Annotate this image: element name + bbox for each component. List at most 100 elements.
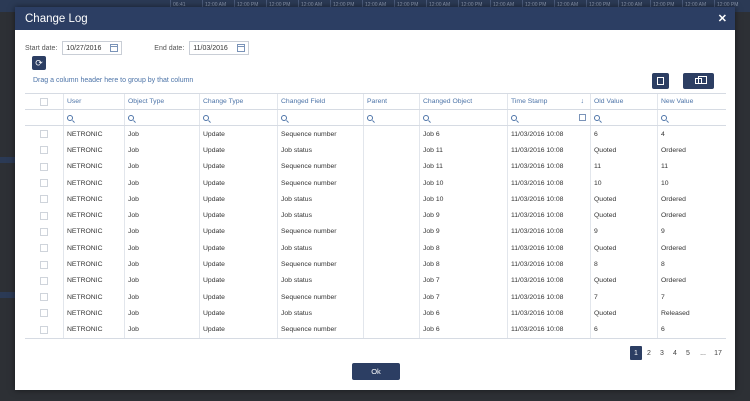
search-icon [594,114,600,121]
column-header-time-stamp[interactable]: Time Stamp ↓ [508,94,591,109]
cell-changed-object: Job 10 [420,191,508,208]
cell-parent [364,321,420,338]
table-row[interactable]: NETRONIC Job Update Sequence number Job 6 11/… [25,126,726,143]
calendar-icon[interactable] [237,44,246,52]
cell-time-stamp: 11/03/2016 10:08 [508,207,591,224]
change-log-grid: User Object Type Change Type Changed Field P… [25,93,726,339]
cell-object-type: Job [125,256,200,273]
search-icon [511,114,517,121]
page-button-4[interactable]: 4 [669,346,681,360]
column-header-label: Parent [367,98,388,105]
table-row[interactable]: NETRONIC Job Update Job status Job 10 11/03/2… [25,191,726,208]
table-row[interactable]: NETRONIC Job Update Sequence number Job 11 11… [25,158,726,175]
start-date-input[interactable]: 10/27/2016 [62,41,123,55]
table-row[interactable]: NETRONIC Job Update Job status Job 9 11/03/20… [25,207,726,224]
cell-changed-object: Job 11 [420,142,508,159]
refresh-button[interactable]: ⟳ [32,56,46,70]
cell-changed-object: Job 11 [420,158,508,175]
row-checkbox[interactable] [40,162,48,171]
cell-old-value: Quoted [591,240,658,257]
table-row[interactable]: NETRONIC Job Update Sequence number Job 10 11… [25,174,726,192]
cell-time-stamp: 11/03/2016 10:08 [508,191,591,208]
column-header-object-type[interactable]: Object Type [125,94,200,109]
cell-change-type: Update [200,288,278,306]
filter-cell-empty [25,110,64,125]
filter-input-changed-object[interactable] [420,110,508,125]
cell-changed-field: Job status [278,272,364,289]
row-checkbox[interactable] [40,130,48,139]
column-header-label: Old Value [594,98,624,105]
column-header-changed-object[interactable]: Changed Object [420,94,508,109]
cell-object-type: Job [125,207,200,224]
column-header-label: Change Type [203,98,244,105]
row-checkbox[interactable] [40,179,48,188]
export-pdf-button[interactable] [652,73,669,89]
row-checkbox[interactable] [40,260,48,269]
cell-old-value: 6 [591,126,658,143]
page-button-2[interactable]: 2 [643,346,655,360]
table-row[interactable]: NETRONIC Job Update Sequence number Job 8 11/… [25,256,726,273]
cell-changed-field: Sequence number [278,158,364,175]
row-checkbox[interactable] [40,195,48,204]
column-header-label: New Value [661,98,694,105]
column-header-new-value[interactable]: New Value [658,94,726,109]
row-checkbox-cell [25,223,64,241]
row-checkbox[interactable] [40,293,48,302]
row-checkbox[interactable] [40,276,48,285]
row-checkbox[interactable] [40,244,48,253]
page-button-1[interactable]: 1 [630,346,642,360]
cell-object-type: Job [125,240,200,257]
search-icon [423,114,429,121]
row-checkbox-cell [25,321,64,338]
column-header-parent[interactable]: Parent [364,94,420,109]
cell-user: NETRONIC [64,256,125,273]
table-row[interactable]: NETRONIC Job Update Job status Job 6 11/03/20… [25,305,726,322]
table-row[interactable]: NETRONIC Job Update Job status Job 7 11/03/20… [25,272,726,289]
row-checkbox-cell [25,272,64,289]
column-header-change-type[interactable]: Change Type [200,94,278,109]
filter-input-changed-field[interactable] [278,110,364,125]
page-button-5[interactable]: 5 [682,346,694,360]
cell-changed-field: Sequence number [278,223,364,241]
column-header-label: Changed Field [281,98,326,105]
calendar-icon[interactable] [110,44,119,52]
calendar-icon[interactable] [579,114,586,121]
ok-button[interactable]: Ok [352,363,400,380]
cell-change-type: Update [200,142,278,159]
row-checkbox[interactable] [40,227,48,236]
page-button-17[interactable]: 17 [712,346,724,360]
table-row[interactable]: NETRONIC Job Update Sequence number Job 6 11/… [25,321,726,338]
dialog-header: Change Log ✕ [15,7,735,30]
cell-old-value: 7 [591,288,658,306]
row-checkbox[interactable] [40,325,48,334]
cell-time-stamp: 11/03/2016 10:08 [508,158,591,175]
row-checkbox[interactable] [40,146,48,155]
filter-input-time-stamp[interactable] [508,110,591,125]
row-checkbox[interactable] [40,309,48,318]
column-header-user[interactable]: User [64,94,125,109]
column-header-changed-field[interactable]: Changed Field [278,94,364,109]
column-header-old-value[interactable]: Old Value [591,94,658,109]
cell-change-type: Update [200,191,278,208]
end-date-value: 11/03/2016 [193,44,228,52]
filter-input-change-type[interactable] [200,110,278,125]
end-date-input[interactable]: 11/03/2016 [189,41,250,55]
select-all-checkbox[interactable] [40,97,48,106]
filter-input-user[interactable] [64,110,125,125]
cell-object-type: Job [125,288,200,306]
filter-input-new-value[interactable] [658,110,726,125]
sort-descending-icon[interactable]: ↓ [581,98,585,105]
table-row[interactable]: NETRONIC Job Update Sequence number Job 7 11/… [25,288,726,306]
row-checkbox[interactable] [40,211,48,220]
page-button-3[interactable]: 3 [656,346,668,360]
table-row[interactable]: NETRONIC Job Update Job status Job 8 11/03/20… [25,240,726,257]
filter-input-parent[interactable] [364,110,420,125]
table-row[interactable]: NETRONIC Job Update Sequence number Job 9 11/… [25,223,726,241]
table-row[interactable]: NETRONIC Job Update Job status Job 11 11/03/2… [25,142,726,159]
close-icon[interactable]: ✕ [718,12,727,25]
filter-input-old-value[interactable] [591,110,658,125]
grid-body: NETRONIC Job Update Sequence number Job 6 11/… [25,126,726,338]
filter-input-object-type[interactable] [125,110,200,125]
copy-button[interactable] [683,73,714,89]
row-checkbox-cell [25,207,64,224]
